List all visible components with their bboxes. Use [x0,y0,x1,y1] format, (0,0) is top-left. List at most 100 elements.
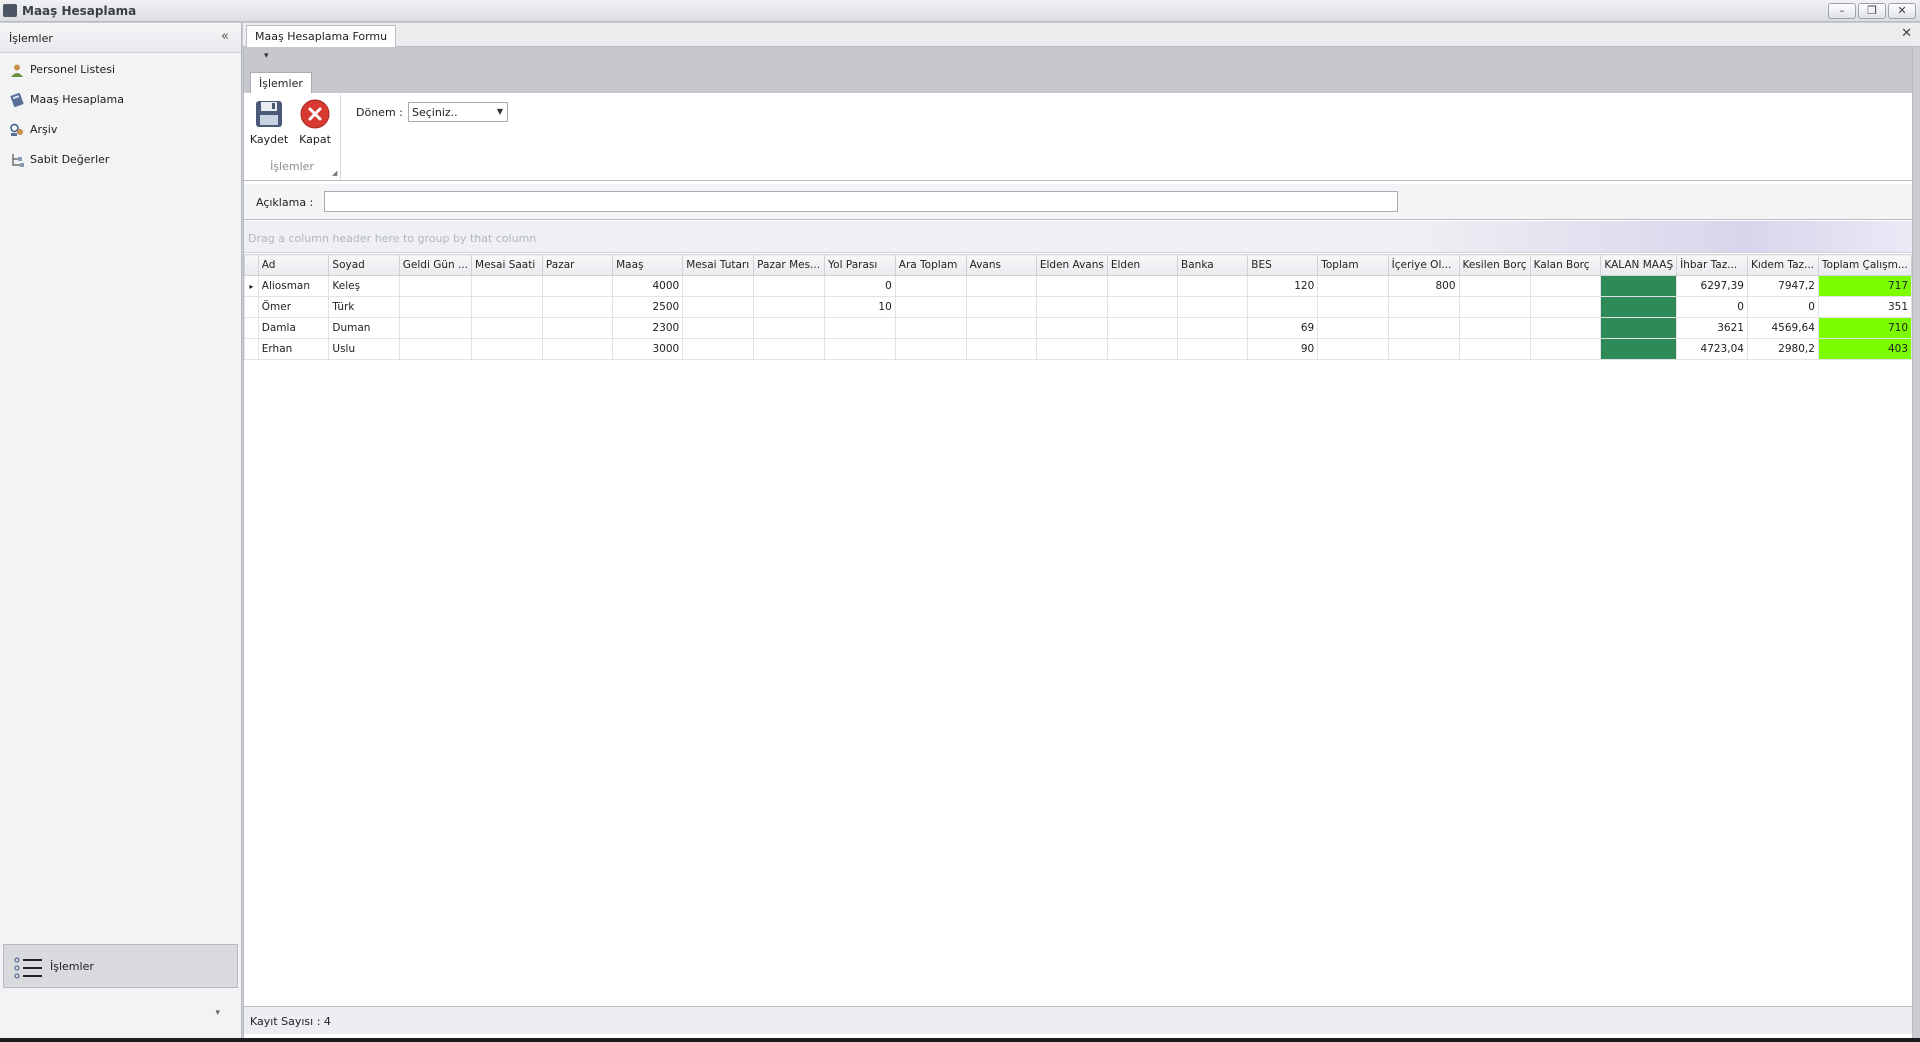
table-cell[interactable]: Damla [257,317,330,339]
table-cell[interactable] [398,317,473,339]
sidebar-more-icon[interactable]: ▾ [215,1008,220,1018]
table-cell[interactable]: 0 [824,275,896,297]
table-cell[interactable]: 69 [1247,317,1319,339]
table-cell[interactable]: 90 [1247,338,1319,360]
table-cell[interactable]: Aliosman [257,275,330,297]
column-header[interactable]: Mesai Saati [471,254,543,276]
table-cell[interactable]: 2500 [612,296,684,318]
table-cell[interactable] [1529,338,1602,360]
table-cell[interactable] [1035,275,1108,297]
save-button[interactable]: Kaydet [246,97,292,147]
table-cell[interactable] [1106,338,1179,360]
table-row[interactable]: Erhan Uslu 3000 90 4723,04 2980,2 403 [244,338,1913,360]
table-cell[interactable] [1458,338,1531,360]
table-cell[interactable] [541,338,614,360]
table-cell[interactable] [1317,275,1389,297]
tab-islemler[interactable]: İşlemler [250,72,312,94]
table-cell[interactable] [682,275,755,297]
table-cell[interactable] [1529,296,1602,318]
table-cell[interactable] [1035,338,1108,360]
column-header[interactable]: Soyad [328,254,400,276]
close-window-button[interactable]: ✕ [1888,3,1916,19]
table-cell[interactable]: 7947,2 [1746,275,1819,297]
table-cell[interactable] [541,275,614,297]
table-cell[interactable] [1600,296,1678,318]
close-document-icon[interactable]: ✕ [1901,26,1912,41]
table-cell[interactable] [1177,275,1249,297]
table-cell[interactable] [965,338,1037,360]
table-cell[interactable] [1177,296,1249,318]
table-cell[interactable]: 403 [1817,338,1913,360]
sidebar-item-maas-hesaplama[interactable]: Maaş Hesaplama [0,87,241,113]
table-cell[interactable] [1177,317,1249,339]
column-header[interactable]: Avans [965,254,1037,276]
column-header[interactable]: Yol Parası [824,254,896,276]
description-input[interactable] [324,191,1398,212]
table-cell[interactable] [398,338,473,360]
table-row[interactable]: Ömer Türk 2500 10 0 0 351 [244,296,1913,318]
table-cell[interactable]: Uslu [328,338,400,360]
table-cell[interactable] [753,338,826,360]
customize-toolbar-icon[interactable]: ▾ [264,51,269,61]
table-cell[interactable] [1247,296,1319,318]
column-header[interactable]: Kalan Borç [1529,254,1602,276]
table-cell[interactable] [1600,338,1678,360]
column-header[interactable]: Kesilen Borç [1458,254,1531,276]
table-cell[interactable] [541,296,614,318]
table-cell[interactable] [894,338,967,360]
column-header[interactable]: İçeriye Ol... [1387,254,1460,276]
table-cell[interactable] [753,275,826,297]
table-cell[interactable] [1387,317,1460,339]
table-cell[interactable]: Erhan [257,338,330,360]
table-cell[interactable] [682,338,755,360]
table-cell[interactable] [1458,275,1531,297]
collapse-sidebar-icon[interactable]: « [221,29,229,44]
column-header[interactable]: Geldi Gün ... [398,254,473,276]
table-cell[interactable]: 3621 [1676,317,1748,339]
table-cell[interactable] [753,296,826,318]
close-button[interactable]: Kapat [292,97,338,147]
column-header[interactable]: Maaş [612,254,684,276]
table-cell[interactable] [1106,317,1179,339]
table-cell[interactable]: 0 [1746,296,1819,318]
group-by-panel[interactable]: Drag a column header here to group by th… [244,221,1912,253]
table-cell[interactable] [824,317,896,339]
table-row[interactable]: ▸ Aliosman Keleş 4000 0 120 800 6297,39 7947,2 71… [244,275,1913,297]
table-cell[interactable] [1317,338,1389,360]
table-cell[interactable] [1317,296,1389,318]
column-header[interactable]: Toplam Çalışm... [1817,254,1913,276]
column-header[interactable]: Banka [1177,254,1249,276]
column-header[interactable]: Ad [257,254,330,276]
table-cell[interactable] [398,296,473,318]
table-cell[interactable]: 6297,39 [1676,275,1748,297]
table-cell[interactable]: 4569,64 [1746,317,1819,339]
table-cell[interactable] [824,338,896,360]
table-cell[interactable] [1600,275,1678,297]
table-cell[interactable] [541,317,614,339]
table-cell[interactable] [894,296,967,318]
table-cell[interactable] [1035,317,1108,339]
table-cell[interactable]: Duman [328,317,400,339]
column-header[interactable]: Pazar [541,254,614,276]
column-header[interactable]: Mesai Tutarı [682,254,755,276]
minimize-button[interactable]: – [1828,3,1856,19]
table-cell[interactable] [1177,338,1249,360]
restore-button[interactable]: ❐ [1858,3,1886,19]
table-cell[interactable] [1600,317,1678,339]
table-cell[interactable] [1529,317,1602,339]
sidebar-item-sabit-degerler[interactable]: Sabit Değerler [0,147,241,173]
table-cell[interactable]: 2980,2 [1746,338,1819,360]
table-cell[interactable]: Ömer [257,296,330,318]
table-cell[interactable]: 3000 [612,338,684,360]
column-header[interactable]: Ara Toplam [894,254,967,276]
column-header[interactable]: KALAN MAAŞ [1600,254,1678,276]
column-header[interactable]: BES [1247,254,1319,276]
table-cell[interactable] [682,317,755,339]
table-cell[interactable] [1387,296,1460,318]
tab-maas-hesaplama-formu[interactable]: Maaş Hesaplama Formu [246,25,397,47]
table-cell[interactable] [398,275,473,297]
table-cell[interactable] [965,317,1037,339]
column-header[interactable]: Toplam [1317,254,1389,276]
table-cell[interactable]: 10 [824,296,896,318]
table-cell[interactable] [1106,296,1179,318]
